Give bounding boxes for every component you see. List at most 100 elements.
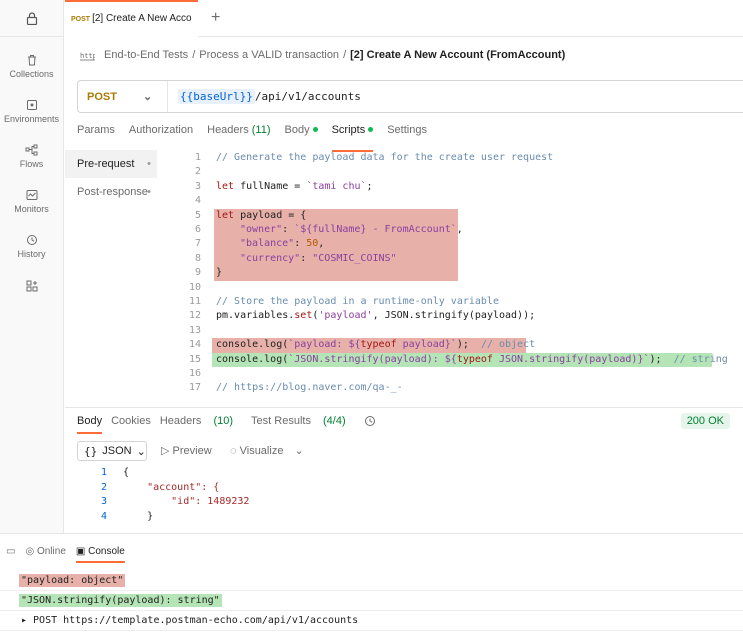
console-log-row[interactable]: "JSON.stringify(payload): string" <box>0 591 743 611</box>
left-sidebar: Collections Environments Flows Monitors … <box>0 0 64 533</box>
console-bar: ▭ ◎ Online ▣ Console <box>6 546 125 563</box>
flows-icon <box>25 144 38 156</box>
preview-label: Preview <box>172 445 212 457</box>
sidebar-item-flows[interactable]: Flows <box>0 134 63 179</box>
response-line: 3 "id": 1489232 <box>100 496 250 508</box>
visualize-button[interactable]: ◌ Visualize ⌄ <box>230 444 304 457</box>
code-line: // Store the payload in a runtime-only v… <box>216 296 499 307</box>
response-line: 2 "account": { <box>100 481 220 493</box>
sidebar-item-label: Monitors <box>14 204 49 214</box>
console-log-row[interactable]: "payload: object" <box>0 571 743 591</box>
script-nav-label: Pre-request <box>77 158 135 170</box>
svg-text:http: http <box>80 52 95 60</box>
line-number: 1 <box>194 152 201 163</box>
sidebar-item-label: Flows <box>19 159 44 169</box>
method-select[interactable]: POST ⌄ <box>78 81 168 112</box>
history-icon[interactable] <box>364 415 376 428</box>
scripts-indicator-dot <box>368 127 374 132</box>
script-indicator: • <box>147 158 151 170</box>
history-icon <box>26 235 37 245</box>
url-path: /api/v1/accounts <box>254 90 361 103</box>
request-tab-bar: POST [2] Create A New Acco + <box>65 0 743 37</box>
console-tab[interactable]: ▣ Console <box>75 546 125 563</box>
console-request-row[interactable]: ▸ POST https://template.postman-echo.com… <box>0 611 743 631</box>
line-number: 7 <box>194 238 201 250</box>
line-number: 13 <box>188 324 201 336</box>
tab-authorization[interactable]: Authorization <box>129 124 193 146</box>
online-status[interactable]: ◎ Online <box>25 546 65 557</box>
tab-scripts[interactable]: Scripts <box>331 124 374 152</box>
tab-settings[interactable]: Settings <box>387 124 427 146</box>
headers-count: (11) <box>251 124 271 136</box>
sidebar-item-add-apps[interactable] <box>0 269 63 305</box>
http-request-icon: http <box>80 52 95 61</box>
monitor-icon <box>26 190 37 200</box>
code-line: } <box>216 267 223 279</box>
log-text: "JSON.stringify(payload): string" <box>19 594 222 607</box>
chevron-down-icon: ⌄ <box>294 445 304 457</box>
breadcrumb-separator: / <box>192 49 196 61</box>
sidebar-item-collections[interactable]: Collections <box>0 44 63 89</box>
line-number: 9 <box>194 267 201 279</box>
code-line: "currency": "COSMIC_COINS" <box>240 252 397 264</box>
code-line: "balance": 50, <box>240 238 325 250</box>
code-line: "owner": `${fullName} - FromAccount`, <box>240 224 463 235</box>
tab-test-results[interactable]: Test Results (4/4) <box>251 415 355 428</box>
tab-method: POST <box>71 16 91 23</box>
url-input[interactable]: {{baseUrl}}/api/v1/accounts <box>168 89 361 104</box>
format-select[interactable]: {} JSON ⌄ <box>77 441 147 461</box>
script-nav-post-response[interactable]: Post-response • <box>65 178 157 206</box>
code-line: pm.variables.set('payload', JSON.stringi… <box>216 310 536 322</box>
sidebar-item-history[interactable]: History <box>0 224 63 269</box>
line-number: 14 <box>188 339 201 351</box>
console-label: Console <box>88 546 125 557</box>
tab-label: Scripts <box>331 124 366 136</box>
play-icon: ▷ <box>161 445 170 457</box>
sidebar-toggle-icon[interactable]: ▭ <box>6 546 15 557</box>
trash-can-icon <box>27 55 36 66</box>
script-indicator: • <box>147 186 151 198</box>
breadcrumb-separator: / <box>343 49 347 61</box>
request-name[interactable]: [2] Create A New Account (FromAccount) <box>350 49 565 61</box>
workspace-lock[interactable] <box>0 0 63 37</box>
line-number: 8 <box>194 252 201 264</box>
tab-headers[interactable]: Headers (11) <box>207 124 270 146</box>
tab-label: Body <box>284 124 310 136</box>
online-label: Online <box>36 546 66 557</box>
tab-title: [2] Create A New Acco <box>92 13 192 24</box>
apps-grid-icon <box>26 280 37 291</box>
tab-response-headers[interactable]: Headers (10) <box>160 415 242 428</box>
sidebar-item-monitors[interactable]: Monitors <box>0 179 63 224</box>
url-bar: POST ⌄ {{baseUrl}}/api/v1/accounts <box>77 80 743 113</box>
environment-icon <box>26 100 37 110</box>
breadcrumb: http End-to-End Tests / Process a VALID … <box>80 46 565 64</box>
line-number: 15 <box>188 353 201 365</box>
braces-icon: {} <box>84 444 98 458</box>
request-tab[interactable]: POST [2] Create A New Acco <box>65 0 198 37</box>
preview-button[interactable]: ▷ Preview <box>161 444 212 457</box>
code-editor[interactable]: 1 2 3 4 5 6 7 8 9 10 11 12 13 14 15 16 17 // Generate th… <box>157 150 743 407</box>
sidebar-item-environments[interactable]: Environments <box>0 89 63 134</box>
status-badge: 200 OK <box>680 413 730 429</box>
code-line: console.log(`payload: ${typeof payload}`… <box>216 339 536 351</box>
tab-response-cookies[interactable]: Cookies <box>111 415 151 428</box>
line-number: 3 <box>194 180 201 192</box>
code-line: let fullName = `tami chu`; <box>216 180 373 192</box>
breadcrumb-item[interactable]: End-to-End Tests <box>104 49 188 61</box>
tab-params[interactable]: Params <box>77 124 115 146</box>
tab-body[interactable]: Body <box>285 124 318 146</box>
format-value: JSON <box>102 445 132 457</box>
code-line: // Generate the payload data for the cre… <box>216 152 554 163</box>
tab-label: Headers <box>207 124 249 136</box>
code-line: // https://blog.naver.com/qa-_- <box>216 382 403 394</box>
breadcrumb-item[interactable]: Process a VALID transaction <box>199 49 339 61</box>
response-panel: Body Cookies Headers (10) Test Results (… <box>65 407 743 533</box>
tab-response-body[interactable]: Body <box>77 415 103 434</box>
add-tab-button[interactable]: + <box>211 9 220 27</box>
line-number: 4 <box>194 195 201 207</box>
base-url-variable[interactable]: {{baseUrl}} <box>178 89 255 104</box>
script-nav-pre-request[interactable]: Pre-request • <box>65 150 157 178</box>
line-number: 12 <box>188 310 201 322</box>
body-indicator-dot <box>312 127 318 132</box>
visualize-label: Visualize <box>239 445 284 457</box>
